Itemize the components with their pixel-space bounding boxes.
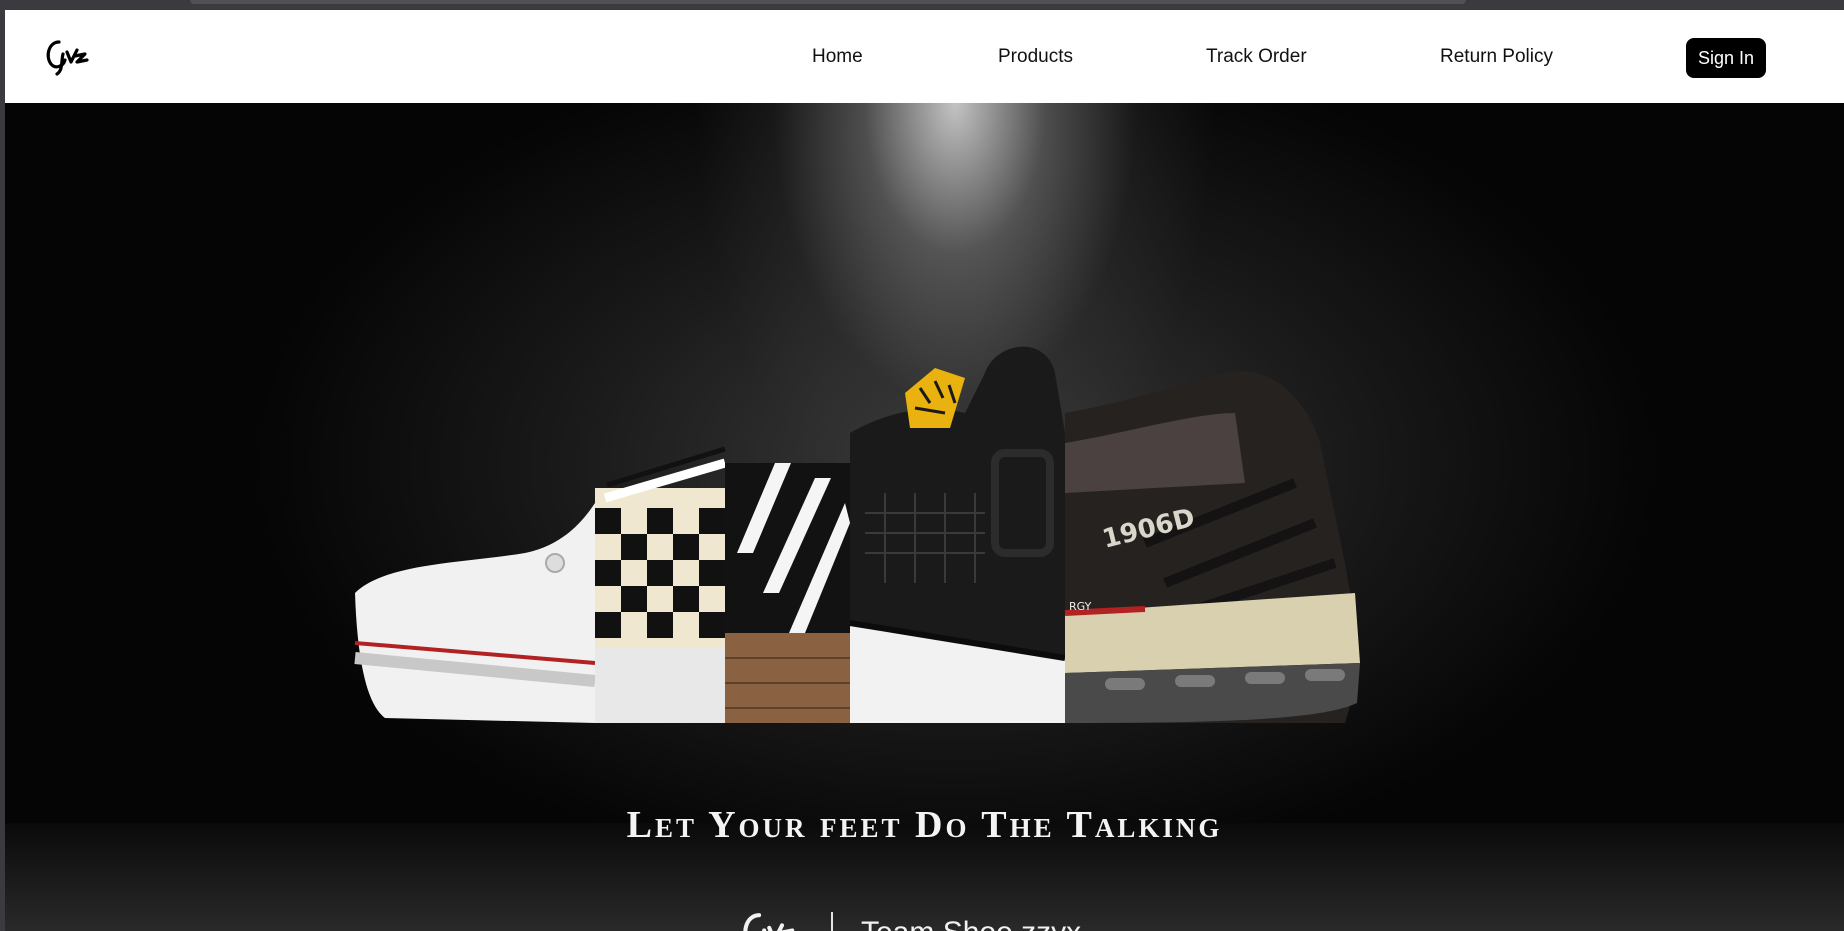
- sign-in-button[interactable]: Sign In: [1686, 38, 1766, 78]
- nav-products-link[interactable]: Products: [998, 46, 1073, 68]
- browser-top-strip: [0, 0, 1844, 10]
- page-viewport: Home Products Track Order Return Policy …: [5, 10, 1844, 931]
- hero-tagline: Let Your feet Do The Talking: [626, 804, 1223, 846]
- hero-logo-icon: [743, 913, 795, 931]
- nav-return-policy-link[interactable]: Return Policy: [1440, 46, 1553, 68]
- brand-logo[interactable]: [41, 34, 91, 78]
- brand-divider: [831, 912, 833, 931]
- brand-name: Team Shoe.zzyx: [861, 916, 1081, 931]
- brand-logo-icon: [46, 40, 89, 76]
- navbar: Home Products Track Order Return Policy …: [5, 10, 1844, 103]
- hero-banner: 1906D RGY Let Your feet Do The Talking T…: [5, 103, 1844, 931]
- hero-brand-row: Team Shoe.zzyx: [733, 903, 1081, 931]
- nav-home-link[interactable]: Home: [812, 46, 863, 68]
- hybrid-sneaker-image: 1906D RGY: [354, 346, 1360, 723]
- nav-track-order-link[interactable]: Track Order: [1206, 46, 1307, 68]
- browser-scroll-bar: [190, 0, 1466, 4]
- sole-print-text: RGY: [1069, 600, 1092, 613]
